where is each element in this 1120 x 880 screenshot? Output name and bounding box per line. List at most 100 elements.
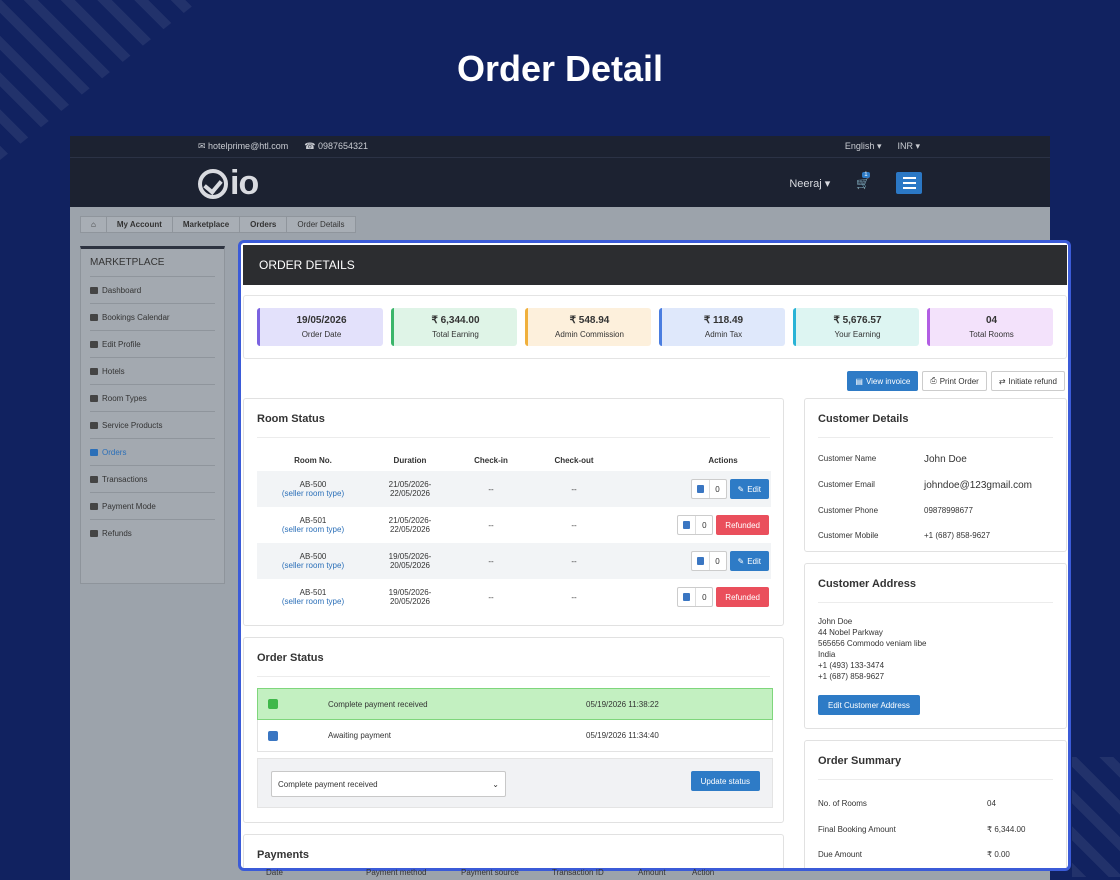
address-line: 44 Nobel Parkway (818, 628, 883, 637)
menu-toggle-button[interactable] (896, 172, 922, 194)
document-count: 0 (715, 484, 720, 494)
initiate-refund-button[interactable]: ⇄ Initiate refund (990, 371, 1065, 391)
cart-button[interactable]: 🛒 1 (856, 171, 870, 190)
room-type-link[interactable]: (seller room type) (257, 525, 369, 534)
room-number: AB-500 (299, 480, 327, 489)
room-status-table: Room No. Duration Check-in Check-out Act… (257, 449, 771, 615)
sidebar-item-service-products[interactable]: Service Products (90, 412, 215, 439)
stat-label: Total Rooms (969, 330, 1014, 339)
sidebar-item-label: Payment Mode (102, 502, 156, 511)
sidebar-item-payment-mode[interactable]: Payment Mode (90, 493, 215, 520)
table-row: AB-501 (seller room type) 19/05/2026- 20/0… (257, 579, 771, 615)
stat-value: 04 (985, 315, 998, 326)
update-status-button[interactable]: Update status (690, 771, 760, 791)
home-icon[interactable]: ⌂ (81, 217, 107, 232)
customer-address-title: Customer Address (818, 578, 1053, 603)
button-label: Edit (747, 556, 761, 566)
field-value: 04 (987, 799, 996, 808)
pencil-icon: ✎ (737, 556, 745, 566)
cart-icon: 🛒 (856, 177, 870, 190)
column-header: Action (692, 868, 715, 877)
check-out: -- (571, 484, 577, 494)
chevron-down-icon: ⌄ (492, 779, 499, 789)
money-icon (90, 503, 98, 510)
order-status-select[interactable]: Complete payment received ⌄ (271, 771, 506, 797)
order-summary-card: Order Summary No. of Rooms 04 Final Booki… (804, 740, 1067, 868)
room-type-link[interactable]: (seller room type) (257, 597, 369, 606)
stat-label: Admin Commission (555, 330, 624, 339)
sidebar-item-refunds[interactable]: Refunds (90, 520, 215, 546)
field-label: Customer Mobile (818, 531, 879, 540)
room-type-link[interactable]: (seller room type) (257, 489, 369, 498)
stat-label: Total Earning (432, 330, 479, 339)
view-invoice-button[interactable]: ▤ View invoice (847, 371, 919, 391)
address-line: +1 (493) 133-3474 (818, 661, 885, 670)
field-label: Customer Name (818, 454, 877, 463)
email-link[interactable]: ✉ hotelprime@htl.com (198, 141, 288, 152)
room-type-link[interactable]: (seller room type) (257, 561, 369, 570)
check-in: -- (488, 556, 494, 566)
customer-details-title: Customer Details (818, 413, 1053, 438)
edit-customer-address-button[interactable]: Edit Customer Address (818, 695, 920, 715)
user-dropdown[interactable]: Neeraj ▾ (789, 177, 830, 190)
field-label: No. of Rooms (818, 799, 867, 808)
stat-value: ₹ 5,676.57 (833, 315, 882, 326)
document-icon (683, 521, 691, 529)
document-icon (696, 485, 704, 493)
documents-button[interactable]: 0 (677, 515, 714, 535)
customer-name-row: Customer Name John Doe (818, 454, 1053, 465)
status-label: Awaiting payment (328, 731, 391, 740)
sidebar-item-hotels[interactable]: Hotels (90, 358, 215, 385)
sidebar-item-orders[interactable]: Orders (90, 439, 215, 466)
field-value: ₹ 6,344.00 (987, 825, 1026, 834)
sidebar-item-room-types[interactable]: Room Types (90, 385, 215, 412)
edit-button[interactable]: ✎ Edit (729, 551, 769, 571)
user-plus-icon (90, 422, 98, 429)
sidebar-item-edit-profile[interactable]: Edit Profile (90, 331, 215, 358)
sidebar-item-transactions[interactable]: Transactions (90, 466, 215, 493)
address-line: John Doe (818, 617, 853, 626)
stat-total-rooms: 04 Total Rooms (927, 308, 1053, 346)
documents-button[interactable]: 0 (677, 587, 714, 607)
breadcrumb-my-account[interactable]: My Account (107, 217, 173, 232)
button-label: Edit (747, 484, 761, 494)
stat-total-earning: ₹ 6,344.00 Total Earning (391, 308, 517, 346)
user-icon (90, 341, 98, 348)
stat-value: 19/05/2026 (296, 315, 347, 326)
logo-q-icon (198, 168, 228, 199)
order-actions: ▤ View invoice ⎙ Print Order ⇄ Initiate ref… (847, 371, 1065, 391)
edit-button[interactable]: ✎ Edit (729, 479, 769, 499)
print-order-button[interactable]: ⎙ Print Order (922, 371, 987, 391)
sidebar-item-label: Bookings Calendar (102, 313, 170, 322)
documents-button[interactable]: 0 (690, 479, 727, 499)
bar-chart-icon (90, 314, 98, 321)
order-status-title: Order Status (257, 652, 770, 677)
room-status-card: Room Status Room No. Duration Check-in C… (243, 398, 784, 626)
customer-address-card: Customer Address John Doe 44 Nobel Parkw… (804, 563, 1067, 729)
sidebar-item-dashboard[interactable]: Dashboard (90, 277, 215, 304)
stat-value: ₹ 6,344.00 (431, 315, 480, 326)
breadcrumb: ⌂ My Account Marketplace Orders Order De… (80, 216, 356, 233)
sidebar-item-label: Hotels (102, 367, 125, 376)
table-header: Room No. Duration Check-in Check-out Act… (257, 449, 771, 471)
sidebar-item-label: Room Types (102, 394, 147, 403)
stat-value: ₹ 118.49 (703, 315, 744, 326)
check-in: -- (488, 520, 494, 530)
breadcrumb-marketplace[interactable]: Marketplace (173, 217, 241, 232)
printer-icon: ⎙ (930, 376, 937, 385)
phone-link[interactable]: ☎ 0987654321 (304, 141, 368, 152)
breadcrumb-orders[interactable]: Orders (240, 217, 288, 232)
address-line: 565656 Commodo veniam libe (818, 639, 927, 648)
breadcrumb-order-details: Order Details (297, 220, 345, 229)
check-in: -- (488, 484, 494, 494)
qlo-logo[interactable]: io (198, 164, 259, 203)
order-details-panel: ORDER DETAILS 19/05/2026 Order Date ₹ 6,3… (238, 240, 1071, 871)
sidebar-item-label: Orders (102, 448, 127, 457)
column-header: Check-in (474, 455, 508, 465)
sidebar-item-bookings-calendar[interactable]: Bookings Calendar (90, 304, 215, 331)
documents-button[interactable]: 0 (690, 551, 727, 571)
duration-end: 20/05/2026 (389, 597, 431, 606)
language-dropdown[interactable]: English ▾ (845, 141, 882, 152)
currency-dropdown[interactable]: INR ▾ (897, 141, 920, 152)
status-time: 05/19/2026 11:38:22 (586, 699, 659, 709)
